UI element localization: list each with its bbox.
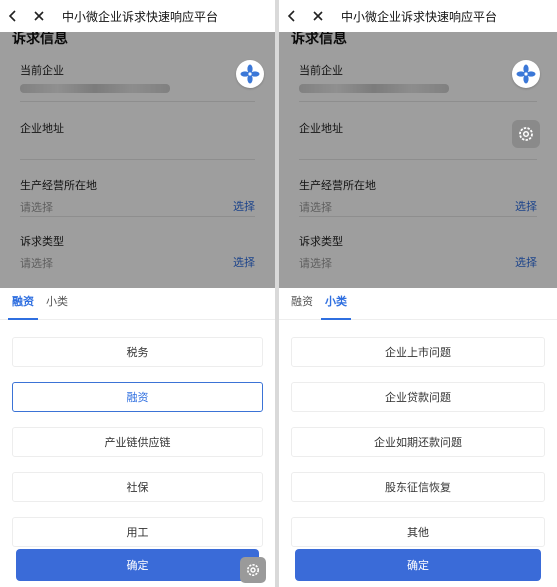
- category-picker-sheet: 融资 小类 企业上市问题 企业贷款问题 企业如期还款问题 股东征信恢复 其他 确…: [279, 288, 557, 587]
- field-request-type[interactable]: 诉求类型 请选择 选择: [20, 233, 255, 273]
- blurred-company-name: [20, 84, 170, 93]
- close-icon: [313, 11, 323, 21]
- floating-logo-button[interactable]: [236, 60, 264, 88]
- divider: [299, 101, 537, 102]
- field-label: 诉求类型: [299, 235, 343, 248]
- field-business-location[interactable]: 生产经营所在地 请选择 选择: [20, 177, 255, 217]
- back-button[interactable]: [0, 0, 26, 32]
- select-link[interactable]: 选择: [515, 254, 537, 270]
- select-link[interactable]: 选择: [233, 254, 255, 270]
- field-placeholder: 请选择: [299, 201, 332, 214]
- field-label: 当前企业: [299, 64, 343, 77]
- field-label: 生产经营所在地: [20, 179, 97, 192]
- field-label: 企业地址: [299, 122, 343, 135]
- pinwheel-logo-icon: [240, 64, 260, 84]
- divider: [20, 159, 255, 160]
- close-icon: [34, 11, 44, 21]
- gear-icon: [247, 564, 259, 576]
- floating-logo-button[interactable]: [512, 60, 540, 88]
- field-request-type[interactable]: 诉求类型 请选择 选择: [299, 233, 537, 273]
- option-list: 企业上市问题 企业贷款问题 企业如期还款问题 股东征信恢复 其他: [291, 337, 545, 562]
- option-item[interactable]: 用工: [12, 517, 263, 547]
- right-screen: 中小微企业诉求快速响应平台 诉求信息 当前企业 企业地址 生产经营所在地 请选择…: [279, 0, 557, 587]
- picker-tabs: 融资 小类: [0, 288, 275, 320]
- chevron-left-icon: [8, 10, 16, 22]
- floating-settings-button[interactable]: [512, 120, 540, 148]
- option-item[interactable]: 其他: [291, 517, 545, 547]
- back-button[interactable]: [279, 0, 305, 32]
- field-company-address: 企业地址: [20, 120, 255, 160]
- close-button[interactable]: [305, 0, 331, 32]
- field-label: 生产经营所在地: [299, 179, 376, 192]
- top-nav-bar: 中小微企业诉求快速响应平台: [279, 0, 557, 32]
- close-button[interactable]: [26, 0, 52, 32]
- blurred-company-name: [299, 84, 449, 93]
- section-title: 诉求信息: [12, 32, 68, 47]
- option-item[interactable]: 企业如期还款问题: [291, 427, 545, 457]
- option-item[interactable]: 企业贷款问题: [291, 382, 545, 412]
- option-item[interactable]: 产业链供应链: [12, 427, 263, 457]
- divider: [20, 101, 255, 102]
- left-screen: 中小微企业诉求快速响应平台 诉求信息 当前企业 企业地址 生产经营所在地 请选择…: [0, 0, 275, 587]
- gear-icon: [519, 127, 533, 141]
- tab-financing[interactable]: 融资: [8, 293, 38, 320]
- field-label: 当前企业: [20, 64, 64, 77]
- page-title: 中小微企业诉求快速响应平台: [341, 9, 498, 24]
- field-current-company: 当前企业: [299, 62, 537, 102]
- field-label: 诉求类型: [20, 235, 64, 248]
- select-link[interactable]: 选择: [515, 198, 537, 214]
- option-list: 税务 融资 产业链供应链 社保 用工: [12, 337, 263, 562]
- divider: [299, 159, 537, 160]
- option-item[interactable]: 社保: [12, 472, 263, 502]
- chevron-left-icon: [287, 10, 295, 22]
- category-picker-sheet: 融资 小类 税务 融资 产业链供应链 社保 用工 确定: [0, 288, 275, 587]
- option-item[interactable]: 股东征信恢复: [291, 472, 545, 502]
- field-company-address: 企业地址: [299, 120, 537, 160]
- page-title: 中小微企业诉求快速响应平台: [62, 9, 219, 24]
- picker-tabs: 融资 小类: [279, 288, 557, 320]
- tab-subcategory[interactable]: 小类: [46, 293, 68, 319]
- select-link[interactable]: 选择: [233, 198, 255, 214]
- tab-financing[interactable]: 融资: [291, 293, 313, 319]
- field-placeholder: 请选择: [299, 257, 332, 270]
- confirm-button[interactable]: 确定: [295, 549, 541, 581]
- request-form: 诉求信息 当前企业 企业地址 生产经营所在地 请选择 选择 诉求类型 请选择 选…: [0, 32, 275, 288]
- floating-settings-button[interactable]: [240, 557, 266, 583]
- divider: [299, 216, 537, 217]
- option-item[interactable]: 税务: [12, 337, 263, 367]
- top-nav-bar: 中小微企业诉求快速响应平台: [0, 0, 275, 32]
- field-current-company: 当前企业: [20, 62, 255, 102]
- field-business-location[interactable]: 生产经营所在地 请选择 选择: [299, 177, 537, 217]
- option-item-selected[interactable]: 融资: [12, 382, 263, 412]
- confirm-button[interactable]: 确定: [16, 549, 259, 581]
- tab-subcategory[interactable]: 小类: [321, 293, 351, 320]
- field-placeholder: 请选择: [20, 201, 53, 214]
- section-title: 诉求信息: [291, 32, 347, 47]
- field-placeholder: 请选择: [20, 257, 53, 270]
- field-label: 企业地址: [20, 122, 64, 135]
- divider: [20, 216, 255, 217]
- pinwheel-logo-icon: [516, 64, 536, 84]
- option-item[interactable]: 企业上市问题: [291, 337, 545, 367]
